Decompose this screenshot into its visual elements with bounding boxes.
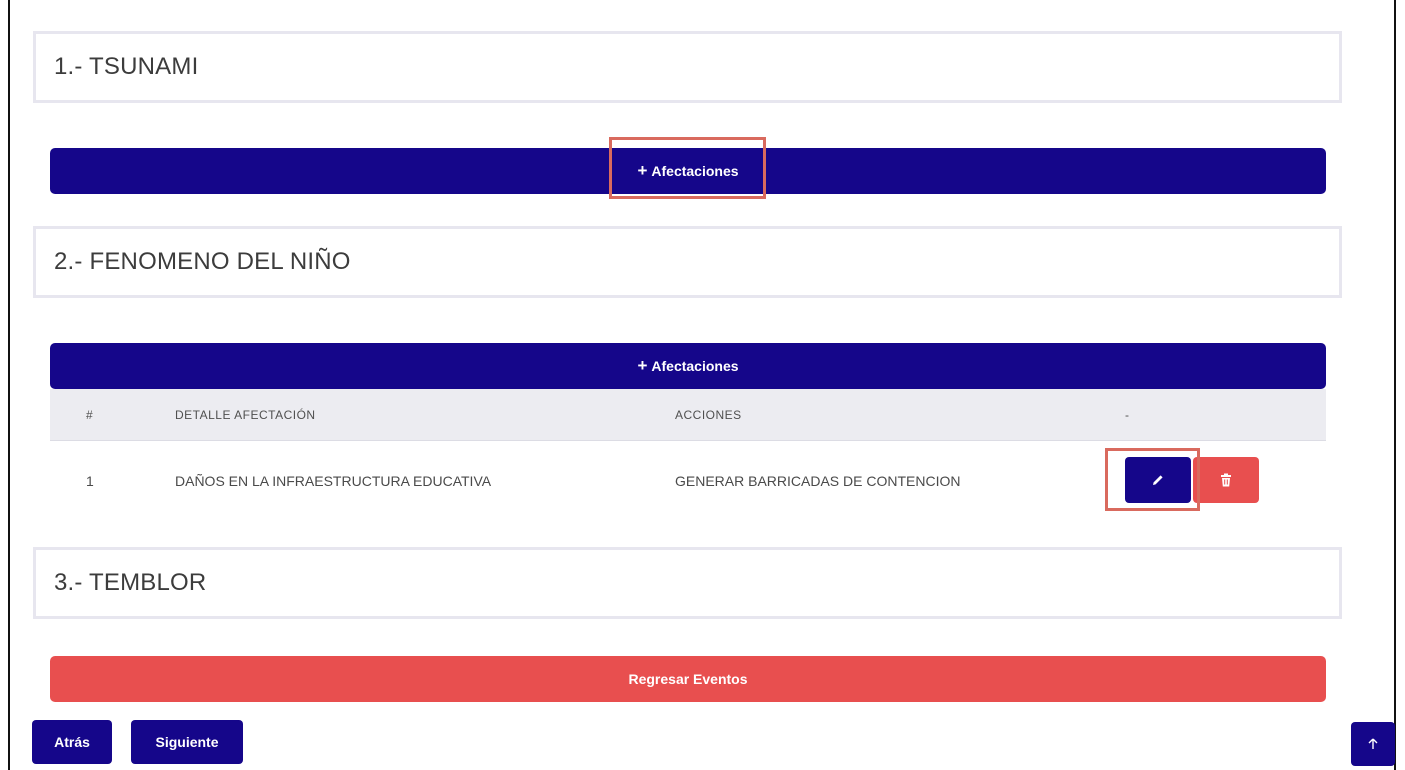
column-header-actions: ACCIONES: [675, 407, 742, 422]
add-affectations-label: Afectaciones: [651, 163, 739, 179]
add-affectations-button[interactable]: + Afectaciones: [50, 343, 1326, 389]
row-action: GENERAR BARRICADAS DE CONTENCION: [675, 473, 961, 489]
delete-button[interactable]: [1193, 457, 1259, 503]
event-card-fenomeno-del-nino: 2.- FENOMENO DEL NIÑO: [33, 226, 1342, 298]
trash-icon: [1221, 473, 1231, 487]
event-title: 1.- TSUNAMI: [54, 53, 199, 80]
row-detail: DAÑOS EN LA INFRAESTRUCTURA EDUCATIVA: [175, 473, 492, 489]
plus-icon: +: [637, 161, 648, 180]
event-card-tsunami: 1.- TSUNAMI: [33, 31, 1342, 103]
back-to-events-button[interactable]: Regresar Eventos: [50, 656, 1326, 702]
event-title: 2.- FENOMENO DEL NIÑO: [54, 248, 351, 275]
add-affectations-label: Afectaciones: [651, 358, 739, 374]
add-affectations-button[interactable]: + Afectaciones: [50, 148, 1326, 194]
table-header: # DETALLE AFECTACIÓN ACCIONES -: [50, 389, 1326, 441]
arrow-up-icon: [1368, 738, 1378, 749]
event-title: 3.- TEMBLOR: [54, 569, 207, 596]
table-row: 1 DAÑOS EN LA INFRAESTRUCTURA EDUCATIVA …: [50, 442, 1326, 520]
column-header-number: #: [86, 407, 94, 422]
pencil-icon: [1153, 475, 1163, 485]
edit-button[interactable]: [1125, 457, 1191, 503]
row-number: 1: [86, 473, 94, 489]
event-card-temblor: 3.- TEMBLOR: [33, 547, 1342, 619]
back-button[interactable]: Atrás: [32, 720, 112, 764]
plus-icon: +: [637, 356, 648, 375]
column-header-detail: DETALLE AFECTACIÓN: [175, 407, 316, 422]
scroll-top-button[interactable]: [1351, 722, 1395, 766]
column-header-dash: -: [1125, 407, 1130, 422]
next-button[interactable]: Siguiente: [131, 720, 243, 764]
